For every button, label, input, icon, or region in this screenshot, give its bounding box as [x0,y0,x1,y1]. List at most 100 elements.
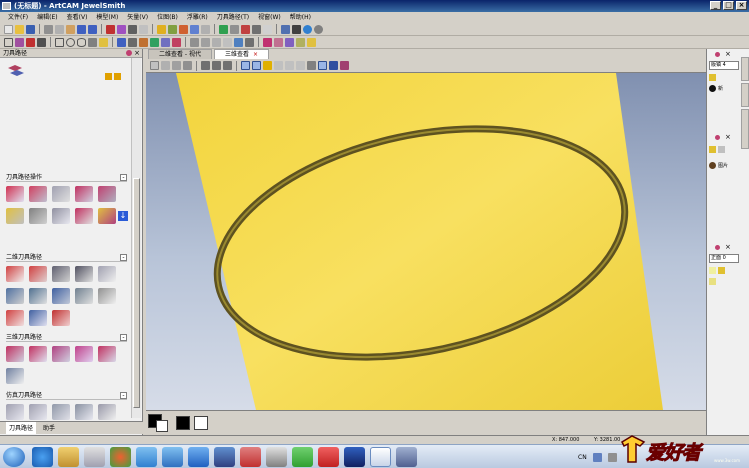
toolpath-3d-icon[interactable] [75,346,93,362]
transform-icon[interactable] [117,24,126,34]
collapse-icon[interactable]: - [120,174,127,181]
shade-icon[interactable] [274,61,283,70]
tab-assistant[interactable]: 助手 [40,422,58,434]
close-icon[interactable]: × [725,133,731,141]
rotate-icon[interactable] [212,37,221,47]
collapse-icon[interactable]: - [120,254,127,261]
paste-icon[interactable] [66,24,75,34]
toolpath-2d-icon[interactable] [75,288,93,304]
select-arrow-icon[interactable] [4,37,13,47]
document-icon[interactable] [84,447,105,467]
view-iso-icon[interactable] [150,61,159,70]
zoom-out-icon[interactable] [212,61,221,70]
link-icon[interactable] [214,447,235,467]
toolpath-op-icon[interactable] [6,208,24,224]
wechat-icon[interactable] [292,447,313,467]
material-preview-icon[interactable] [318,61,327,70]
menu-model[interactable]: 模型(M) [96,12,118,23]
close-icon[interactable]: × [725,50,731,58]
bitmap-icon[interactable] [241,24,250,34]
menu-help[interactable]: 帮助(H) [290,12,311,23]
relief-layer-icon[interactable] [709,277,716,285]
lamp-icon[interactable] [718,266,725,274]
tray-icon[interactable] [592,453,602,462]
key-icon[interactable] [105,73,112,80]
zoom-in-icon[interactable] [201,61,210,70]
fillet-icon[interactable] [150,37,159,47]
mesh-icon[interactable] [296,37,305,47]
shape-editor-icon[interactable] [201,24,210,34]
photoshop-icon[interactable] [344,447,365,467]
zoom-icon[interactable] [157,24,166,34]
tab-toolpaths[interactable]: 刀具路径 [6,422,37,434]
save-icon[interactable] [26,24,35,34]
toolpath-op-icon[interactable] [98,186,116,202]
toolpath-2d-icon[interactable] [6,288,24,304]
toolpath-2d-icon[interactable] [6,266,24,282]
tool-icon[interactable] [307,61,316,70]
layer-item-image[interactable]: 图片 [718,162,728,169]
toolpath-3d-icon[interactable] [52,346,70,362]
collapse-icon[interactable]: - [120,392,127,399]
storage-icon[interactable] [188,447,209,467]
toolpath-op-icon[interactable] [29,186,47,202]
view-side-icon[interactable] [183,61,192,70]
arc-icon[interactable] [117,37,126,47]
simulate-icon[interactable] [75,404,93,420]
start-button[interactable] [3,447,25,467]
axes-icon[interactable] [252,61,261,70]
text-tool-icon[interactable] [128,37,137,47]
close-icon[interactable]: × [725,243,731,251]
weld-icon[interactable] [161,37,170,47]
wireframe-icon[interactable] [241,61,250,70]
toolpath-op-icon[interactable] [98,208,116,224]
palette-icon[interactable] [329,61,338,70]
toolpath-2d-icon[interactable] [29,288,47,304]
layer-item-new[interactable]: 新 [718,85,723,92]
simulate-icon[interactable] [52,404,70,420]
toolpath-op-icon[interactable] [6,186,24,202]
toolpath-3d-icon[interactable] [6,346,24,362]
ring-icon[interactable] [285,37,294,47]
toolpath-2d-icon[interactable] [52,288,70,304]
view-front-icon[interactable] [172,61,181,70]
toolpath-2d-icon[interactable] [98,266,116,282]
pen-icon[interactable] [26,37,35,47]
menu-bitmap[interactable]: 位图(B) [157,12,178,23]
text-icon[interactable] [263,24,272,34]
toolpath-3d-icon[interactable] [29,346,47,362]
trim-icon[interactable] [172,37,181,47]
simulate-icon[interactable] [29,404,47,420]
texture-icon[interactable] [285,61,294,70]
pin-icon[interactable] [126,50,132,56]
align-icon[interactable] [190,37,199,47]
smooth-icon[interactable] [190,24,199,34]
relief-select[interactable]: 正面 0 [709,254,739,263]
folder-icon[interactable] [114,73,121,80]
simulate-icon[interactable] [98,404,116,420]
maximize-button[interactable]: □ [723,1,734,10]
polygon-icon[interactable] [88,37,97,47]
zoom-fit-icon[interactable] [223,61,232,70]
toolpath-2d-icon[interactable] [75,266,93,282]
sculpt-icon[interactable] [179,24,188,34]
measure-icon[interactable] [128,24,137,34]
side-tab[interactable] [741,83,749,107]
pin-icon[interactable] [715,245,720,250]
secondary-color-swatch[interactable] [156,420,168,432]
new-file-icon[interactable] [4,24,13,34]
grid-icon[interactable] [219,24,228,34]
black-swatch[interactable] [176,416,190,430]
artcam-icon[interactable] [370,447,391,467]
cloud-sync-icon[interactable] [162,447,183,467]
delete-icon[interactable] [106,24,115,34]
language-indicator[interactable]: CN [578,454,587,461]
close-button[interactable]: × [736,1,747,10]
side-tab[interactable] [741,109,749,149]
offset-icon[interactable] [139,37,148,47]
menu-relief[interactable]: 浮雕(R) [187,12,208,23]
mirror-icon[interactable] [201,37,210,47]
circle-icon[interactable] [66,37,75,47]
menu-edit[interactable]: 编辑(E) [37,12,57,23]
media-icon[interactable] [240,447,261,467]
